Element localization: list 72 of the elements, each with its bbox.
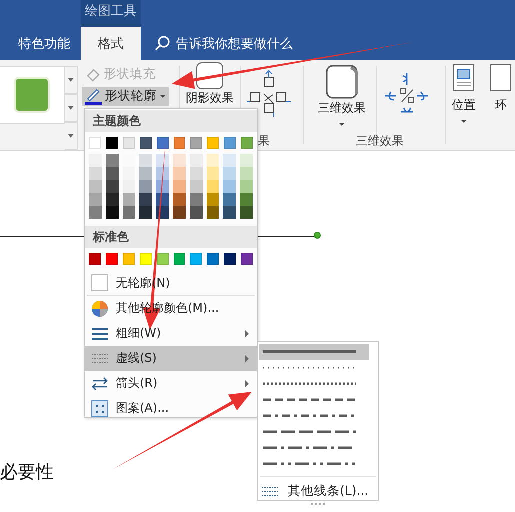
menu-item[interactable]: 箭头(R) [85,371,257,396]
gallery-scroll-button[interactable] [65,122,78,150]
caret-icon [67,132,75,140]
dashed-lines-icon [262,486,278,498]
group-label: 果 [258,133,270,150]
gallery-scroll-button[interactable] [65,94,78,122]
color-swatch[interactable] [207,137,220,149]
ribbon-tab[interactable]: 格式 [81,27,141,60]
no-outline-swatch-icon [91,274,109,292]
shade-swatch-column[interactable] [190,154,203,219]
shade-swatch-column[interactable] [89,154,102,219]
menu-item[interactable]: 粗细(W) [85,321,257,346]
menu-item[interactable]: 图案(A)... [85,396,257,421]
search-icon[interactable] [155,36,170,51]
context-tab-label: 绘图工具 [81,0,141,27]
caret-icon[interactable] [339,123,345,127]
ribbon-tab[interactable]: 特色功能 [8,27,81,60]
document-heading: 必要性 [0,461,54,484]
color-swatch[interactable] [241,137,254,149]
position-label[interactable]: 位置 [452,97,476,114]
color-swatch[interactable] [241,253,254,265]
caret-icon [67,104,75,112]
resize-handle[interactable] [314,232,321,239]
color-swatch[interactable] [106,253,118,265]
color-swatch[interactable] [140,253,152,265]
pencil-icon [85,88,102,105]
shade-swatch-column[interactable] [206,154,220,219]
color-swatch[interactable] [190,137,202,149]
color-swatch[interactable] [89,253,101,265]
position-icon[interactable] [453,64,475,92]
caret-icon [160,95,166,98]
group-label: 三维效果 [356,133,404,150]
shade-swatch-column[interactable] [172,154,186,219]
shape-outline-button[interactable]: 形状轮廓 [82,87,169,106]
pattern-grid-icon [91,400,109,418]
section-header: 主题颜色 [85,110,257,132]
wrap-text-label[interactable]: 环 [495,97,507,114]
shade-swatch-column[interactable] [139,154,152,219]
shade-swatch-column[interactable] [240,154,253,219]
gallery-scroll-button[interactable] [65,66,78,94]
double-arrow-icon [91,374,109,392]
color-swatch[interactable] [207,253,220,265]
shape-style-gallery[interactable] [0,66,65,124]
three-d-effects-label[interactable]: 三维效果 [318,100,366,117]
three-d-effects-icon[interactable] [324,64,360,100]
color-swatch[interactable] [174,137,186,149]
caret-icon[interactable] [461,120,467,124]
shadow-effects-label[interactable]: 阴影效果 [186,90,234,107]
section-header: 标准色 [85,226,257,248]
color-wheel-icon [91,300,109,318]
nudge-shadow-icon[interactable] [247,70,293,118]
color-swatch[interactable] [156,253,169,265]
color-swatch[interactable] [106,137,118,149]
color-swatch[interactable] [122,137,135,149]
shade-swatch-column[interactable] [223,154,236,219]
shade-swatch-column[interactable] [156,154,169,219]
search-field[interactable]: 告诉我你想要做什么 [176,34,293,52]
menu-item[interactable]: 其他线条(L)... [258,477,373,500]
line-style-option[interactable] [259,344,369,360]
color-swatch[interactable] [224,137,236,149]
menu-item[interactable]: 虚线(S) [85,346,257,371]
color-swatch[interactable] [140,137,152,149]
paint-bucket-icon [85,66,101,82]
color-swatch[interactable] [174,253,186,265]
color-swatch[interactable] [224,253,236,265]
color-swatch[interactable] [156,137,169,149]
caret-icon [67,76,75,84]
color-swatch[interactable] [122,253,135,265]
color-swatch[interactable] [89,137,101,149]
color-swatch[interactable] [190,253,202,265]
wrap-text-icon[interactable] [490,64,512,92]
shade-swatch-column[interactable] [106,154,119,219]
